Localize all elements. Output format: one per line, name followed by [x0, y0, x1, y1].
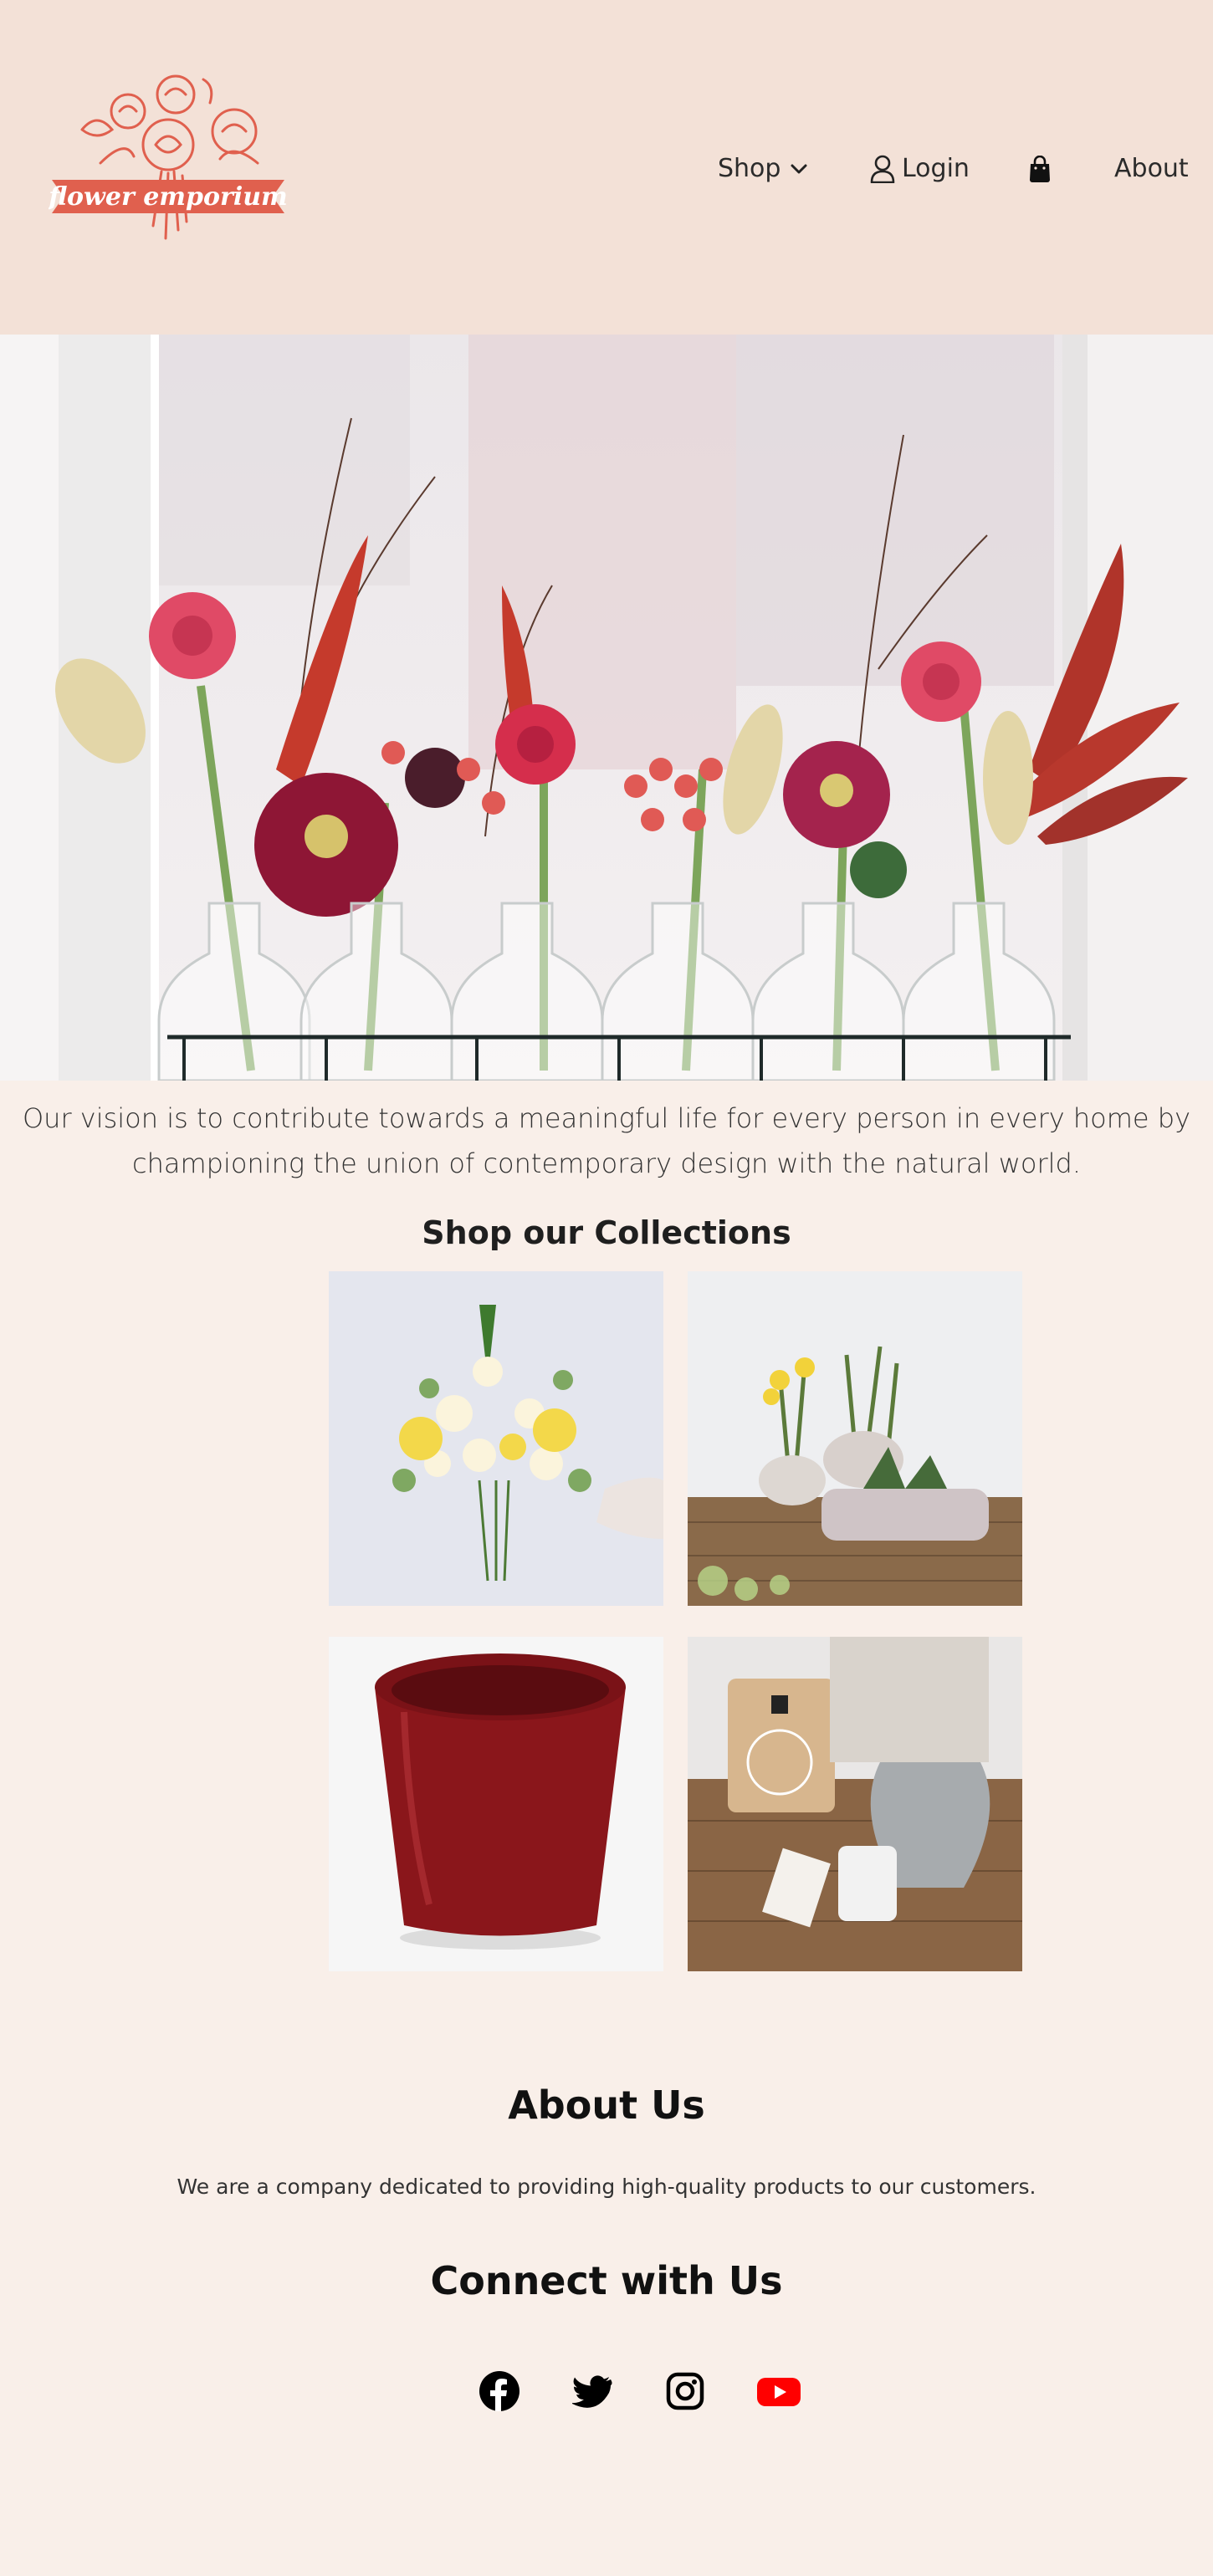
site-header: flower emporium Shop Login About [0, 0, 1213, 335]
about-title: About Us [508, 2083, 705, 2128]
logo-text: flower emporium [49, 182, 288, 212]
nav-shop-label: Shop [718, 154, 781, 183]
collection-pots[interactable] [329, 1637, 663, 1971]
shopping-bag-icon [1027, 156, 1052, 182]
nav-login-label: Login [902, 154, 970, 183]
collection-bouquets[interactable] [329, 1271, 663, 1606]
nav-login[interactable]: Login [870, 149, 970, 189]
user-icon [870, 155, 895, 183]
nav-about-label: About [1114, 154, 1189, 183]
twitter-icon [571, 2375, 612, 2408]
instagram-icon [666, 2372, 704, 2410]
nav-about[interactable]: About [1114, 149, 1189, 189]
cart-button[interactable] [1027, 149, 1052, 189]
hero-image [0, 335, 1213, 1081]
vision-statement: Our vision is to contribute towards a me… [22, 1102, 1191, 1179]
facebook-icon [479, 2371, 519, 2411]
brand-logo[interactable]: flower emporium [47, 71, 288, 255]
about-text: We are a company dedicated to providing … [177, 2175, 1036, 2199]
youtube-link[interactable] [756, 2371, 801, 2411]
collection-home[interactable] [688, 1637, 1022, 1971]
connect-title: Connect with Us [430, 2258, 783, 2303]
youtube-icon [757, 2378, 801, 2406]
facebook-link[interactable] [479, 2371, 519, 2411]
twitter-link[interactable] [571, 2371, 612, 2411]
collection-plants[interactable] [688, 1271, 1022, 1606]
instagram-link[interactable] [665, 2371, 705, 2411]
nav-shop[interactable]: Shop [718, 149, 809, 189]
collections-title: Shop our Collections [422, 1214, 791, 1251]
chevron-down-icon [789, 159, 809, 179]
